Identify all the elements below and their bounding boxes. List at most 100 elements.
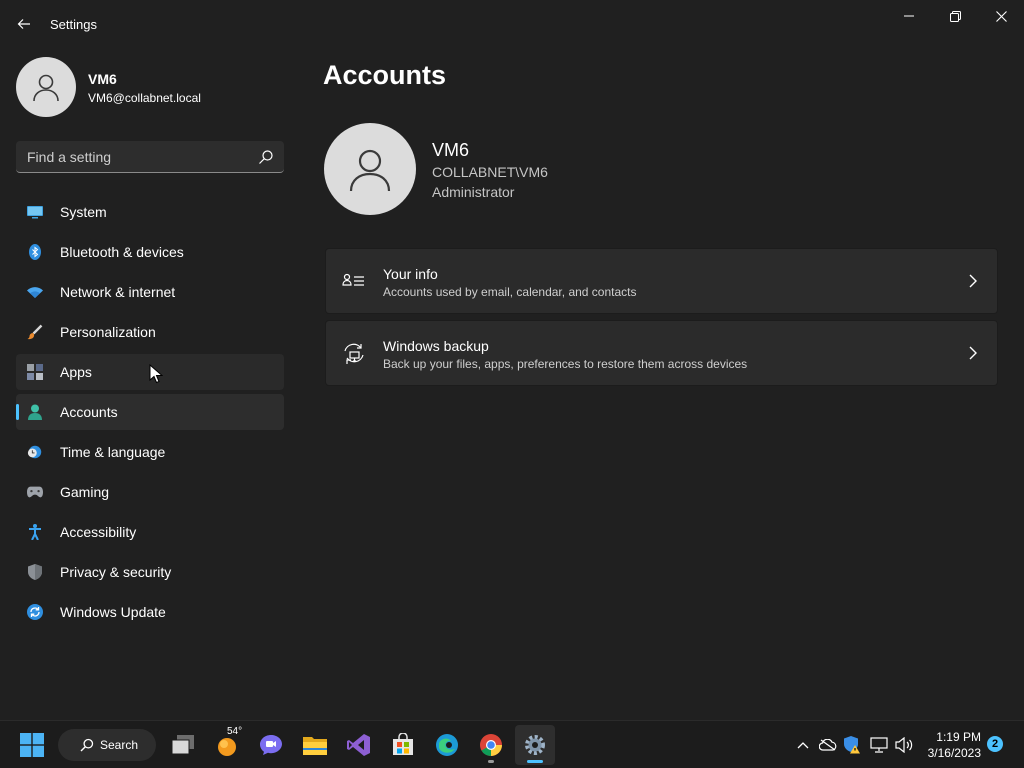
security-tray-icon[interactable] xyxy=(842,735,862,755)
chat-button[interactable] xyxy=(251,725,291,765)
search-icon xyxy=(80,738,94,752)
sidebar-item-label: Windows Update xyxy=(60,604,166,620)
settings-window: Settings VM6 VM6@collabnet.local System xyxy=(0,0,1024,720)
apps-icon xyxy=(27,364,43,380)
account-domain: COLLABNET\VM6 xyxy=(432,164,548,180)
sidebar-item-label: Personalization xyxy=(60,324,156,340)
sidebar-item-privacy-security[interactable]: Privacy & security xyxy=(16,554,284,590)
store-icon xyxy=(393,733,413,755)
network-icon xyxy=(870,737,888,753)
file-explorer-button[interactable] xyxy=(295,725,335,765)
clock-date: 3/16/2023 xyxy=(927,746,981,760)
task-view-button[interactable] xyxy=(163,725,203,765)
accessibility-icon xyxy=(27,524,43,540)
sidebar-item-label: Network & internet xyxy=(60,284,176,300)
system-icon xyxy=(27,204,43,220)
task-view-icon xyxy=(171,735,194,755)
page-title: Accounts xyxy=(323,60,447,90)
restore-button[interactable] xyxy=(932,0,978,32)
profile-email: VM6@collabnet.local xyxy=(88,91,201,105)
brush-icon xyxy=(27,324,43,340)
weather-temperature: 54° xyxy=(227,726,243,737)
teams-chat-icon xyxy=(260,735,282,755)
back-button[interactable] xyxy=(10,10,38,38)
chevron-up-icon xyxy=(797,742,809,749)
notification-badge[interactable]: 2 xyxy=(987,736,1003,752)
close-button[interactable] xyxy=(978,0,1024,32)
shield-warning-icon xyxy=(844,736,860,754)
user-profile[interactable]: VM6 VM6@collabnet.local xyxy=(16,57,286,117)
accounts-icon xyxy=(27,404,43,420)
sidebar-item-label: Apps xyxy=(60,364,92,380)
settings-search[interactable] xyxy=(16,141,284,173)
chevron-right-icon xyxy=(969,346,977,360)
edge-button[interactable] xyxy=(427,725,467,765)
card-title: Windows backup xyxy=(383,338,489,354)
running-indicator xyxy=(488,760,494,763)
edge-browser-icon xyxy=(436,734,458,756)
title-bar: Settings xyxy=(0,0,1024,48)
sidebar-item-label: Time & language xyxy=(60,444,166,460)
sidebar-item-label: System xyxy=(60,204,107,220)
start-button[interactable] xyxy=(12,725,52,765)
sidebar-item-windows-update[interactable]: Windows Update xyxy=(16,594,284,630)
wifi-icon xyxy=(27,284,43,300)
clock-time: 1:19 PM xyxy=(936,730,981,744)
sidebar-item-label: Accounts xyxy=(60,404,118,420)
card-subtitle: Back up your files, apps, preferences to… xyxy=(383,357,748,371)
network-tray-icon[interactable] xyxy=(869,735,889,755)
visual-studio-button[interactable] xyxy=(339,725,379,765)
gear-icon xyxy=(525,735,545,755)
sidebar-item-label: Accessibility xyxy=(60,524,137,540)
microsoft-store-button[interactable] xyxy=(383,725,423,765)
sidebar-item-gaming[interactable]: Gaming xyxy=(16,474,284,510)
chrome-button[interactable] xyxy=(471,725,511,765)
cloud-offline-icon xyxy=(819,739,837,751)
minimize-button[interactable] xyxy=(886,0,932,32)
window-title: Settings xyxy=(50,17,97,32)
sidebar-item-bluetooth[interactable]: Bluetooth & devices xyxy=(16,234,284,270)
gamepad-icon xyxy=(27,484,43,500)
visual-studio-icon xyxy=(347,734,370,756)
speaker-icon xyxy=(895,737,913,753)
sidebar-item-label: Gaming xyxy=(60,484,110,500)
account-role: Administrator xyxy=(432,184,515,200)
time-language-icon xyxy=(27,444,43,460)
windows-backup-card[interactable]: Windows backup Back up your files, apps,… xyxy=(325,320,998,386)
card-subtitle: Accounts used by email, calendar, and co… xyxy=(383,285,637,299)
account-name: VM6 xyxy=(432,140,470,160)
taskbar-search-label: Search xyxy=(100,738,139,752)
close-icon xyxy=(995,10,1007,22)
your-info-icon xyxy=(342,273,364,286)
avatar xyxy=(16,57,76,117)
onedrive-tray-icon[interactable] xyxy=(818,735,838,755)
bluetooth-icon xyxy=(27,244,43,260)
card-title: Your info xyxy=(383,266,438,282)
sidebar-item-time-language[interactable]: Time & language xyxy=(16,434,284,470)
sidebar-item-personalization[interactable]: Personalization xyxy=(16,314,284,350)
widgets-button[interactable]: 54° xyxy=(207,725,247,765)
search-input[interactable] xyxy=(16,141,252,172)
shield-icon xyxy=(27,564,43,580)
your-info-card[interactable]: Your info Accounts used by email, calend… xyxy=(325,248,998,314)
chrome-browser-icon xyxy=(480,734,502,756)
taskbar: Search 54° 1:19 PM 3/16/2023 xyxy=(0,720,1024,768)
taskbar-search[interactable]: Search xyxy=(58,729,156,761)
account-avatar xyxy=(324,123,416,215)
volume-tray-icon[interactable] xyxy=(894,735,914,755)
windows-logo-icon xyxy=(20,733,44,757)
user-avatar-icon xyxy=(33,74,59,102)
windows-update-icon xyxy=(27,604,43,620)
search-icon xyxy=(259,150,273,164)
show-hidden-icons-button[interactable] xyxy=(793,735,813,755)
backup-icon xyxy=(344,343,364,364)
sidebar-item-network[interactable]: Network & internet xyxy=(16,274,284,310)
active-app-indicator xyxy=(527,760,543,763)
settings-taskbar-button[interactable] xyxy=(515,725,555,765)
sidebar-item-accounts[interactable]: Accounts xyxy=(16,394,284,430)
user-avatar-icon xyxy=(349,149,391,192)
sidebar-item-accessibility[interactable]: Accessibility xyxy=(16,514,284,550)
sidebar-item-system[interactable]: System xyxy=(16,194,284,230)
mouse-cursor-icon xyxy=(149,364,163,384)
sidebar-nav: System Bluetooth & devices Network & int… xyxy=(16,194,284,634)
